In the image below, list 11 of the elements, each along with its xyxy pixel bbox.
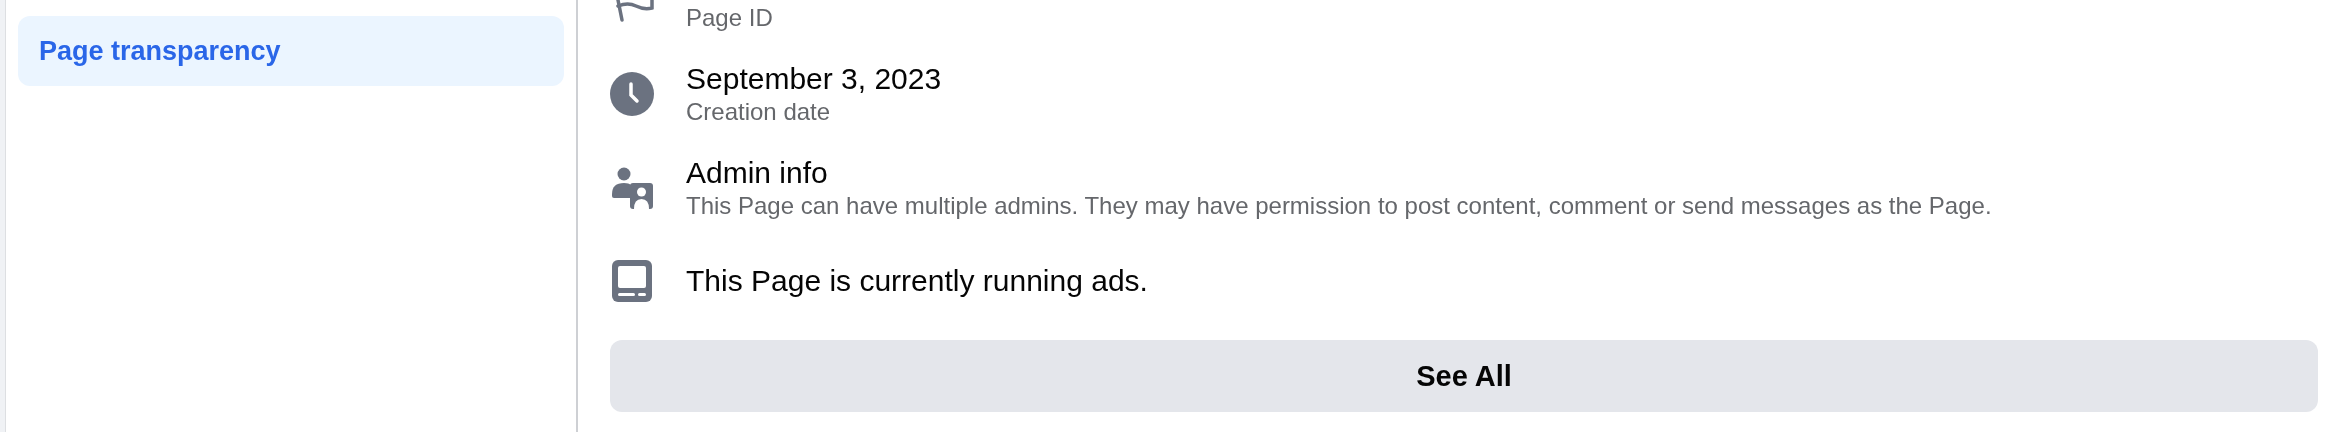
detail-title: Admin info <box>686 155 829 191</box>
detail-subtitle: This Page can have multiple admins. They may have permission to post content, comment or send messages as the Page. <box>686 191 1992 221</box>
people-icon <box>610 166 654 210</box>
screen-icon <box>610 259 654 303</box>
clock-icon <box>610 72 654 116</box>
see-all-button[interactable]: See All <box>610 340 2318 412</box>
detail-title: This Page is currently running ads. <box>686 263 1148 299</box>
detail-subtitle: Page ID <box>686 3 773 33</box>
detail-title: September 3, 2023 <box>686 61 942 97</box>
sidebar-item[interactable]: Page transparency <box>18 16 564 86</box>
detail-subtitle: Creation date <box>686 97 832 127</box>
